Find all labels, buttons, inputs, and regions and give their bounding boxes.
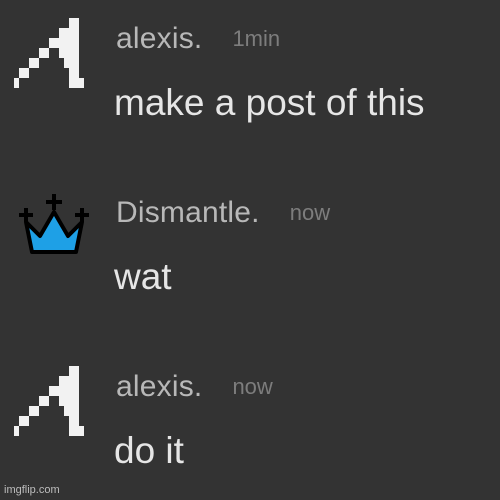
message-header: Dismantle. now [116, 196, 330, 230]
chat-message: alexis. 1min make a post of this [0, 12, 500, 162]
timestamp: now [289, 200, 331, 225]
timestamp: 1min [232, 26, 281, 51]
pixel-a-logo-icon [14, 366, 84, 436]
chat-message: Dismantle. now wat [0, 186, 500, 336]
chat-message-list: alexis. 1min make a post of this Dismantl… [0, 0, 500, 500]
message-header: alexis. now [116, 370, 273, 404]
pixel-a-logo-icon [14, 18, 84, 88]
chat-message: alexis. now do it [0, 360, 500, 500]
username[interactable]: alexis. [116, 22, 202, 55]
avatar[interactable] [14, 18, 94, 98]
message-text: make a post of this [114, 82, 425, 123]
watermark: imgflip.com [4, 484, 60, 496]
message-text: do it [114, 430, 184, 471]
crown-icon [19, 194, 89, 254]
timestamp: now [232, 374, 273, 399]
message-text: wat [114, 256, 172, 297]
avatar[interactable] [14, 192, 94, 272]
avatar[interactable] [14, 366, 94, 446]
username[interactable]: alexis. [116, 370, 202, 403]
username[interactable]: Dismantle. [116, 196, 260, 229]
message-header: alexis. 1min [116, 22, 280, 56]
